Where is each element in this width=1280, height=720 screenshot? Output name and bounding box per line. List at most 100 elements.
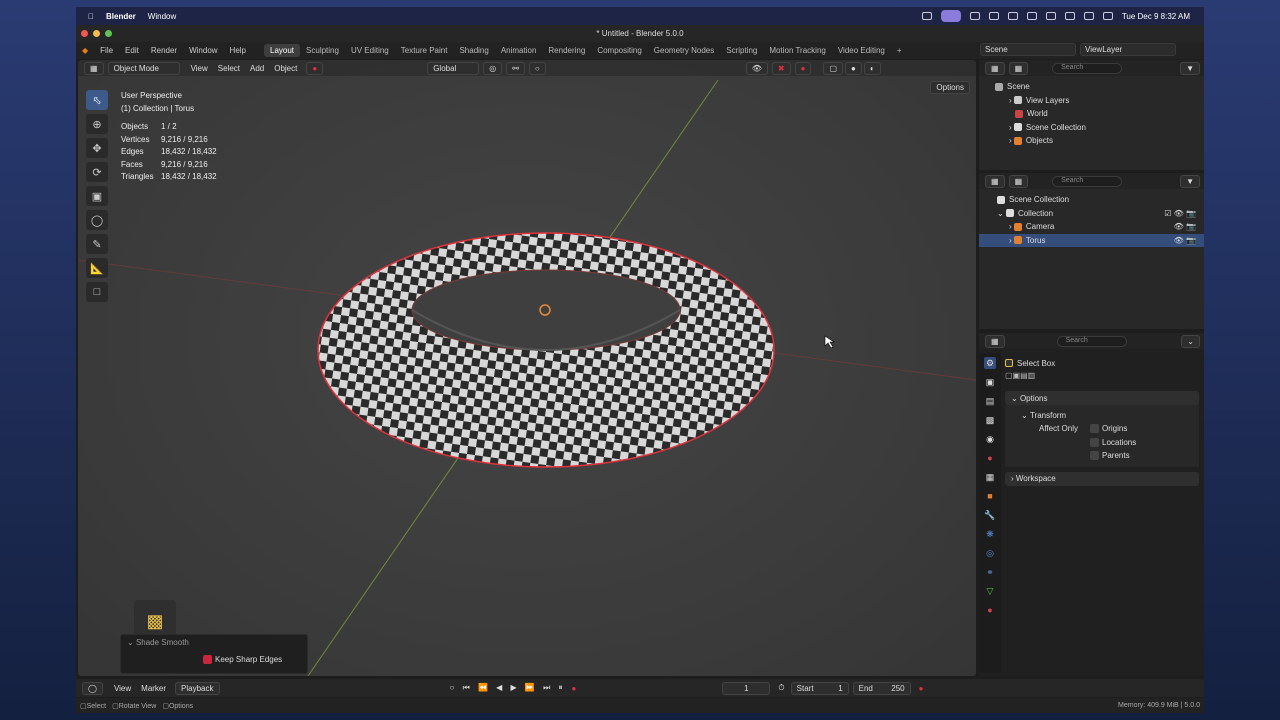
scene-selector[interactable]: Scene xyxy=(980,43,1076,56)
3d-viewport[interactable]: ▦ Object Mode View Select Add Object ● G… xyxy=(78,60,976,676)
display-mode-dropdown[interactable]: ▦ xyxy=(1008,174,1029,188)
auto-keying-icon[interactable]: ● xyxy=(572,684,577,693)
affect-only-locations[interactable]: Locations xyxy=(1005,436,1199,450)
locations-checkbox[interactable] xyxy=(1090,437,1099,447)
status-icon-3[interactable] xyxy=(988,12,999,20)
scale-tool-icon[interactable]: ▣ xyxy=(86,186,108,206)
tab-rendering[interactable]: Rendering xyxy=(542,44,591,57)
particles-tab-icon[interactable]: ❋ xyxy=(984,528,996,540)
workspace-section-header[interactable]: › Workspace xyxy=(1005,471,1199,486)
editor-type-dropdown[interactable]: ▦ xyxy=(985,174,1005,188)
tab-animation[interactable]: Animation xyxy=(495,44,543,57)
timeline-menu-view[interactable]: View xyxy=(109,683,136,694)
clock-icon[interactable] xyxy=(1064,12,1075,20)
world-tab-icon[interactable]: ● xyxy=(984,452,996,464)
status-icon-4[interactable] xyxy=(1007,12,1018,20)
cursor-tool-icon[interactable]: ⊕ xyxy=(86,114,108,134)
parents-checkbox[interactable] xyxy=(1090,451,1099,461)
playback-controls[interactable]: ○ ⏮ ⏪ ◀ ▶ ⏩ ⏭ ⏸ xyxy=(450,683,566,693)
physics-tab-icon[interactable]: ◎ xyxy=(984,547,996,559)
select-box-tool-icon[interactable]: ⬁ xyxy=(86,90,108,110)
outliner-search-input[interactable]: Search xyxy=(1052,175,1123,187)
affect-only-parents[interactable]: Parents xyxy=(1005,449,1199,463)
search-icon[interactable] xyxy=(1083,12,1094,20)
stopwatch-icon[interactable]: ⏱ xyxy=(778,683,784,693)
tab-uv-editing[interactable]: UV Editing xyxy=(345,44,395,57)
tab-layout[interactable]: Layout xyxy=(264,44,301,57)
view-layer-tab-icon[interactable]: ▩ xyxy=(984,414,996,426)
keep-sharp-edges-checkbox[interactable] xyxy=(203,655,212,665)
outliner-scene-collection[interactable]: › Scene Collection xyxy=(995,121,1204,135)
tab-sculpting[interactable]: Sculpting xyxy=(300,44,345,57)
outliner-camera[interactable]: › Camera 👁 📷 xyxy=(979,220,1204,234)
control-center-icon[interactable] xyxy=(1102,12,1113,20)
properties-search-input[interactable]: Search xyxy=(1056,335,1127,347)
display-mode-dropdown[interactable]: ▦ xyxy=(1008,61,1029,75)
outliner-collection[interactable]: ⌄ Collection ☑ 👁 📷 xyxy=(979,207,1204,221)
data-tab-icon[interactable]: ▽ xyxy=(984,585,996,597)
output-tab-icon[interactable]: ▤ xyxy=(984,395,996,407)
start-frame-field[interactable]: Start 1 xyxy=(790,681,849,695)
properties-options-dropdown[interactable]: ⌄ xyxy=(1181,334,1200,348)
tab-shading[interactable]: Shading xyxy=(453,44,494,57)
status-icon-highlight[interactable] xyxy=(940,10,961,22)
origins-checkbox[interactable] xyxy=(1090,424,1099,434)
tool-tab-icon[interactable]: ⚙ xyxy=(984,357,996,369)
add-workspace-button[interactable]: + xyxy=(891,44,908,57)
filter-icon[interactable]: ▼ xyxy=(1180,174,1200,188)
editor-type-dropdown[interactable]: ▦ xyxy=(985,61,1005,75)
constraints-tab-icon[interactable]: ⚭ xyxy=(984,566,996,578)
end-frame-field[interactable]: End 250 xyxy=(852,681,911,695)
collection-tab-icon[interactable]: ▦ xyxy=(984,471,996,483)
timeline-menu-marker[interactable]: Marker xyxy=(136,683,171,694)
operator-panel-title[interactable]: ⌄ Shade Smooth xyxy=(121,635,307,650)
collection-visibility-icons[interactable]: ☑ 👁 📷 xyxy=(1164,209,1196,218)
outliner-scene[interactable]: Scene xyxy=(995,80,1204,94)
modifiers-tab-icon[interactable]: 🔧 xyxy=(984,509,996,521)
affect-only-origins[interactable]: Affect Only Origins xyxy=(1005,422,1199,436)
editor-type-dropdown[interactable]: ▦ xyxy=(985,334,1005,348)
camera-visibility-icons[interactable]: 👁 📷 xyxy=(1174,222,1196,231)
menu-file[interactable]: File xyxy=(94,44,119,57)
measure-tool-icon[interactable]: 📐 xyxy=(86,258,108,278)
rotate-tool-icon[interactable]: ⟳ xyxy=(86,162,108,182)
status-icon-1[interactable] xyxy=(921,12,932,20)
render-tab-icon[interactable]: ▣ xyxy=(984,376,996,388)
tab-motion-tracking[interactable]: Motion Tracking xyxy=(763,44,831,57)
filter-icon[interactable]: ▼ xyxy=(1180,61,1200,75)
material-tab-icon[interactable]: ● xyxy=(984,604,996,616)
editor-type-dropdown[interactable]: ◯ xyxy=(82,681,103,695)
battery-icon[interactable] xyxy=(1026,12,1037,20)
outliner-world[interactable]: World xyxy=(995,107,1204,121)
menu-help[interactable]: Help xyxy=(224,44,252,57)
keep-sharp-edges-option[interactable]: Keep Sharp Edges xyxy=(121,650,307,665)
blender-logo-icon[interactable]: ◆ xyxy=(76,44,94,57)
menubar-app-name[interactable]: Blender xyxy=(106,12,136,21)
object-tab-icon[interactable]: ■ xyxy=(984,490,996,502)
transform-tool-icon[interactable]: ◯ xyxy=(86,210,108,230)
options-section-header[interactable]: ⌄ Options xyxy=(1005,391,1199,405)
timeline-playback-dropdown[interactable]: Playback xyxy=(175,681,220,695)
record-icon[interactable]: ● xyxy=(919,684,924,693)
menu-render[interactable]: Render xyxy=(145,44,183,57)
menu-edit[interactable]: Edit xyxy=(119,44,145,57)
tab-texture-paint[interactable]: Texture Paint xyxy=(395,44,454,57)
annotate-tool-icon[interactable]: ✎ xyxy=(86,234,108,254)
menu-window[interactable]: Window xyxy=(183,44,223,57)
outliner-view-layers[interactable]: › View Layers xyxy=(995,94,1204,108)
current-frame-field[interactable]: 1 xyxy=(722,681,771,695)
tab-video-editing[interactable]: Video Editing xyxy=(832,44,891,57)
menubar-window[interactable]: Window xyxy=(148,12,176,21)
view-layer-selector[interactable]: ViewLayer xyxy=(1080,43,1176,56)
menubar-datetime[interactable]: Tue Dec 9 8:32 AM xyxy=(1122,12,1190,21)
select-mode-buttons[interactable]: ▢▣▤▥ xyxy=(1005,371,1199,385)
add-cube-tool-icon[interactable]: □ xyxy=(86,282,108,302)
tab-geometry-nodes[interactable]: Geometry Nodes xyxy=(648,44,720,57)
outliner-scene-collection-root[interactable]: Scene Collection xyxy=(979,193,1204,207)
outliner-torus[interactable]: › Torus 👁 📷 xyxy=(979,233,1204,247)
tab-compositing[interactable]: Compositing xyxy=(591,44,647,57)
move-tool-icon[interactable]: ✥ xyxy=(86,138,108,158)
wifi-icon[interactable] xyxy=(1045,12,1056,20)
scene-tab-icon[interactable]: ◉ xyxy=(984,433,996,445)
torus-visibility-icons[interactable]: 👁 📷 xyxy=(1174,236,1196,245)
